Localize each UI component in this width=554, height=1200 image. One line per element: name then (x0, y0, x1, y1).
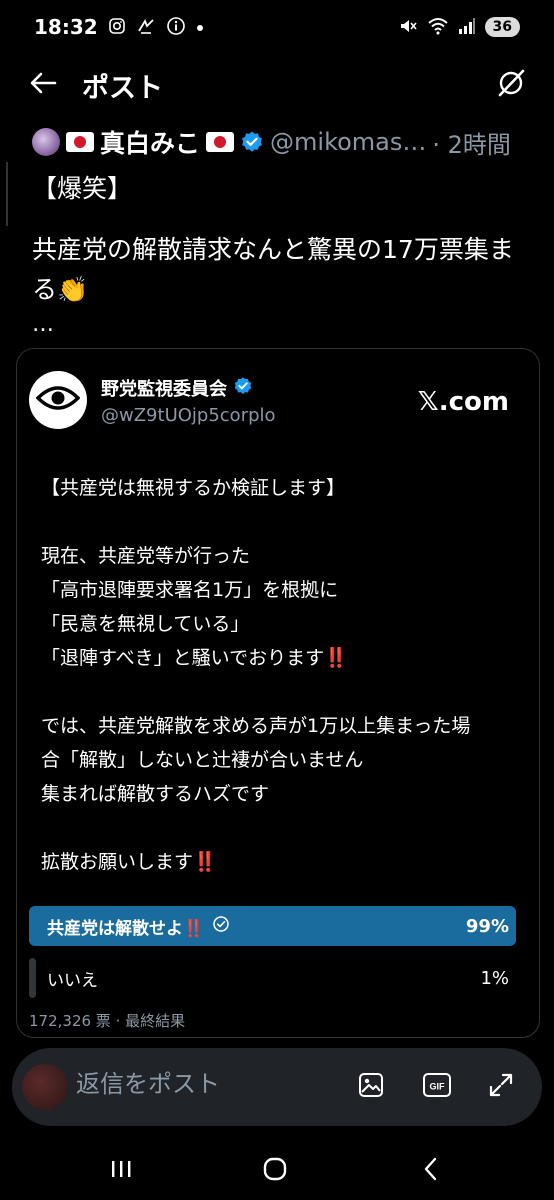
poll-percent: 99% (465, 915, 509, 937)
card-body-line: 現在、共産党等が行った (41, 545, 251, 567)
card-body-line: 拡散お願いします‼️ (41, 851, 217, 873)
show-more-ellipsis[interactable]: … (32, 314, 532, 336)
poll-option: いいえ 1% (29, 958, 521, 998)
image-button[interactable] (354, 1070, 388, 1104)
card-body-line: では、共産党解散を求める声が1万以上集まった場 (41, 715, 471, 737)
expand-button[interactable] (484, 1070, 518, 1104)
card-body-line: 集まれば解散するハズです (41, 783, 270, 805)
poll: 共産党は解散せよ‼️ 99% いいえ 1% 172,326 票 · 最終結果 (29, 906, 521, 1031)
post-author-row[interactable]: 真白みこ @mikomas… · 2時間 (32, 122, 511, 162)
card-body: 【共産党は無視するか検証します】 現在、共産党等が行った 「高市退陣要求署名1万… (41, 471, 531, 879)
navigation-bar (0, 1140, 554, 1200)
poll-percent: 1% (480, 967, 509, 989)
mute-icon (398, 16, 418, 39)
card-avatar[interactable] (29, 371, 87, 429)
verified-badge-icon (240, 130, 264, 154)
arrow-left-icon (29, 71, 57, 99)
check-circle-icon (212, 915, 230, 938)
poll-option-label: いいえ (47, 970, 98, 991)
status-time: 18:32 (34, 15, 98, 39)
card-body-line: 合「解散」しないと辻褄が合いません (41, 749, 364, 771)
card-handle[interactable]: @wZ9tUOjp5corplo (101, 405, 276, 426)
expand-icon (487, 1071, 515, 1103)
instagram-icon (108, 17, 126, 38)
image-icon (357, 1071, 385, 1103)
reply-input[interactable] (76, 1070, 326, 1098)
poll-option-text: 共産党は解散せよ‼️ (47, 918, 205, 939)
status-left: 18:32 (34, 15, 204, 39)
svg-text:GIF: GIF (430, 1082, 446, 1092)
poll-meta: 172,326 票 · 最終結果 (29, 1012, 186, 1030)
poll-option-label: 共産党は解散せよ‼️ (29, 914, 230, 939)
card-body-line: 【共産党は無視するか検証します】 (41, 477, 346, 499)
post-text-line: 【爆笑】 (32, 174, 133, 203)
user-avatar (22, 1064, 68, 1110)
home-button[interactable] (258, 1154, 292, 1188)
home-icon (262, 1156, 288, 1186)
dot-icon (196, 19, 204, 35)
broadcast-icon (136, 17, 156, 38)
battery-icon: 36 (484, 17, 520, 37)
quoted-post-card[interactable]: 野党監視委員会 @wZ9tUOjp5corplo 𝕏.com 【共産党は無視する… (16, 348, 540, 1038)
gif-icon: GIF (422, 1071, 452, 1103)
status-bar: 18:32 36 (0, 0, 554, 54)
card-name[interactable]: 野党監視委員会 (101, 375, 227, 401)
japan-flag-icon (206, 132, 235, 152)
verified-badge-icon (233, 376, 253, 400)
post-time: · 2時間 (432, 130, 511, 159)
grok-icon (496, 68, 526, 102)
author-handle[interactable]: @mikomas… (270, 128, 426, 156)
signal-icon (458, 17, 476, 38)
info-icon (166, 16, 186, 39)
chevron-left-icon (419, 1156, 443, 1186)
header: ポスト (0, 58, 554, 112)
back-button[interactable] (26, 68, 60, 102)
post-text: 【爆笑】 共産党の解散請求なんと驚異の17万票集まる👏 … (32, 170, 532, 336)
gif-button[interactable]: GIF (420, 1070, 454, 1104)
recent-apps-button[interactable] (104, 1154, 138, 1188)
eye-icon (35, 384, 81, 416)
post-text-line: 共産党の解散請求なんと驚異の17万票集まる👏 (32, 235, 514, 304)
author-name[interactable]: 真白みこ (100, 124, 200, 160)
page-title: ポスト (82, 73, 163, 104)
status-right: 36 (398, 16, 520, 39)
recent-apps-icon (108, 1157, 134, 1185)
japan-flag-icon (66, 132, 94, 152)
card-source: 𝕏.com (417, 387, 509, 417)
back-nav-button[interactable] (414, 1154, 448, 1188)
card-body-line: 「退陣すべき」と騒いでおります‼️ (41, 647, 348, 669)
card-author-text: 野党監視委員会 @wZ9tUOjp5corplo (101, 375, 276, 426)
card-name-row: 野党監視委員会 (101, 375, 276, 401)
card-author[interactable]: 野党監視委員会 @wZ9tUOjp5corplo (29, 371, 276, 429)
author-avatar[interactable] (32, 128, 60, 156)
reply-bar: GIF (12, 1048, 542, 1126)
card-body-line: 「民意を無視している」 (41, 613, 250, 635)
thread-line (0, 162, 8, 226)
card-body-line: 「高市退陣要求署名1万」を根拠に (41, 579, 339, 601)
wifi-icon (427, 17, 449, 38)
grok-button[interactable] (494, 68, 528, 102)
poll-option-winner: 共産党は解散せよ‼️ 99% (29, 906, 521, 946)
